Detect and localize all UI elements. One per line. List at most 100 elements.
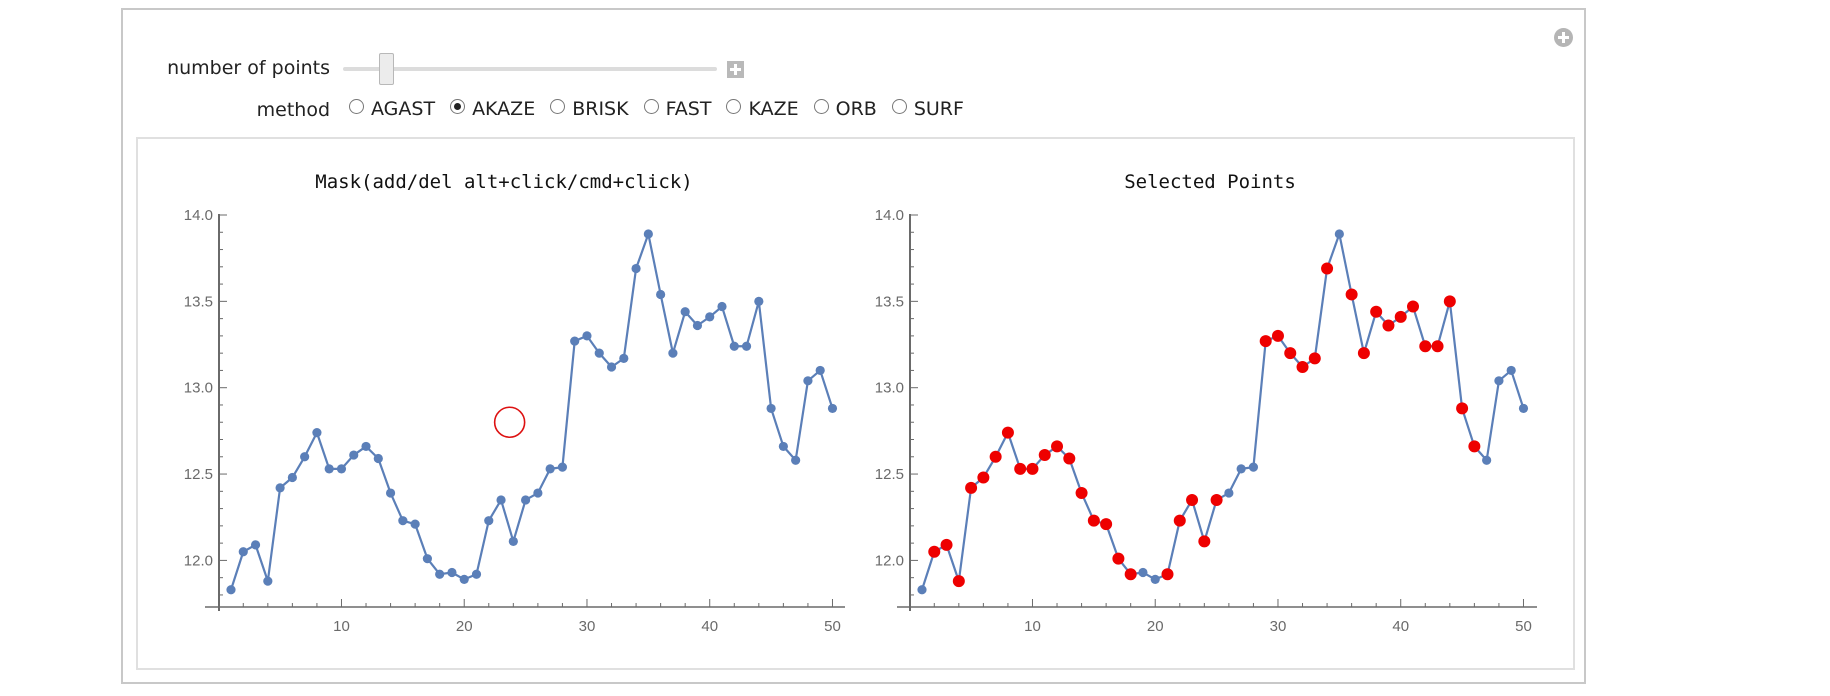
data-point[interactable] — [459, 574, 469, 584]
data-point[interactable] — [754, 296, 764, 306]
selected-chart-x-tick-label: 30 — [1270, 618, 1287, 635]
charts-canvas: Mask(add/del alt+click/cmd+click) 12.0 12.… — [184, 171, 1537, 635]
data-point[interactable] — [336, 464, 347, 474]
selected-point — [1296, 360, 1309, 373]
selected-chart-x-tick-label: 50 — [1515, 618, 1532, 635]
data-point[interactable] — [643, 229, 653, 239]
data-point[interactable] — [238, 547, 248, 557]
data-point[interactable] — [422, 554, 432, 564]
selected-point — [1357, 347, 1370, 360]
data-point[interactable] — [410, 519, 420, 529]
selected-chart-y-tick-label: 13.0 — [875, 380, 904, 397]
data-point — [1224, 488, 1234, 498]
data-point — [917, 585, 927, 595]
data-point[interactable] — [729, 341, 739, 351]
selected-point — [1087, 514, 1100, 527]
mask-circle[interactable] — [493, 406, 526, 439]
data-point[interactable] — [656, 289, 666, 300]
data-point[interactable] — [815, 365, 825, 376]
data-point[interactable] — [741, 341, 752, 351]
selected-point — [1124, 568, 1137, 581]
data-point[interactable] — [533, 488, 543, 498]
data-point[interactable] — [680, 307, 690, 317]
data-point — [1248, 462, 1259, 472]
selected-point — [1284, 347, 1297, 360]
data-point[interactable] — [250, 540, 261, 550]
data-point[interactable] — [496, 495, 506, 505]
data-point[interactable] — [545, 464, 555, 474]
mask-chart-x-tick-label: 50 — [824, 618, 841, 635]
data-point[interactable] — [263, 576, 273, 586]
data-point[interactable] — [361, 441, 371, 452]
data-point[interactable] — [668, 348, 678, 358]
data-point[interactable] — [631, 263, 641, 274]
data-point[interactable] — [385, 488, 396, 498]
selected-point — [1456, 402, 1469, 415]
data-point[interactable] — [300, 452, 310, 462]
selected-point — [1051, 440, 1064, 453]
selected-point — [1321, 262, 1334, 275]
data-point[interactable] — [827, 403, 838, 414]
data-point[interactable] — [717, 301, 727, 312]
data-point[interactable] — [349, 450, 359, 460]
selected-chart-y-tick-label: 12.5 — [875, 466, 904, 483]
selected-point — [1100, 518, 1113, 531]
mask-chart-y-tick-label: 14.0 — [184, 207, 213, 224]
selected-point — [1198, 535, 1211, 548]
data-point[interactable] — [226, 585, 236, 595]
data-point[interactable] — [447, 567, 457, 578]
data-point[interactable] — [275, 483, 285, 493]
mask-chart-y-tick-label: 12.0 — [184, 552, 213, 569]
selected-chart-y-tick-label: 12.0 — [875, 552, 904, 569]
data-point[interactable] — [324, 464, 334, 474]
selected-point — [928, 545, 941, 558]
data-point[interactable] — [373, 453, 383, 464]
selected-point — [952, 575, 965, 588]
selected-point — [1271, 329, 1284, 342]
data-point[interactable] — [705, 312, 715, 322]
data-point[interactable] — [435, 569, 445, 579]
data-point — [1150, 574, 1160, 584]
mask-chart-y-tick-label: 12.5 — [184, 466, 213, 483]
selected-point — [1382, 319, 1395, 332]
selected-point — [1345, 288, 1358, 301]
selected-point — [940, 538, 953, 551]
mask-chart-x-tick-label: 20 — [456, 618, 473, 635]
selected-chart-y-tick-label: 14.0 — [875, 207, 904, 224]
data-point[interactable] — [312, 428, 322, 438]
data-point — [1334, 229, 1344, 239]
selected-point — [1173, 514, 1186, 527]
data-point[interactable] — [692, 320, 703, 331]
selected-point — [1419, 340, 1432, 353]
data-point[interactable] — [766, 403, 776, 414]
selected-point — [1431, 340, 1444, 353]
selected-chart-x-tick-label: 20 — [1147, 618, 1164, 635]
selected-chart-x-tick-label: 10 — [1024, 618, 1041, 635]
selected-point — [1259, 335, 1272, 348]
data-point[interactable] — [594, 348, 604, 358]
mask-chart-x-tick-label: 40 — [701, 618, 718, 635]
selected-point — [1210, 493, 1223, 506]
data-point[interactable] — [557, 462, 568, 472]
selected-point — [1075, 487, 1088, 500]
data-point[interactable] — [508, 536, 518, 547]
data-point[interactable] — [521, 495, 531, 505]
data-point[interactable] — [791, 455, 801, 465]
selected-point — [1370, 305, 1383, 318]
data-point[interactable] — [287, 472, 297, 483]
data-point[interactable] — [606, 362, 617, 372]
data-point[interactable] — [582, 331, 592, 341]
selected-point — [989, 450, 1002, 463]
data-point[interactable] — [398, 516, 408, 526]
selected-point — [1407, 300, 1419, 313]
data-point[interactable] — [803, 376, 813, 386]
selected-point — [1186, 493, 1199, 506]
data-point[interactable] — [570, 336, 580, 346]
selected-point — [1443, 295, 1456, 308]
data-point — [1518, 403, 1529, 414]
data-point[interactable] — [778, 441, 788, 452]
mask-chart-title: Mask(add/del alt+click/cmd+click) — [315, 171, 693, 193]
data-point[interactable] — [619, 353, 629, 363]
data-point[interactable] — [484, 516, 494, 526]
data-point[interactable] — [471, 569, 482, 579]
